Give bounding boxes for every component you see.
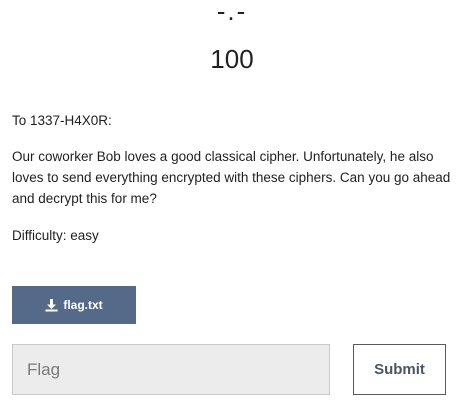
challenge-value: 100 bbox=[210, 44, 254, 74]
description-greeting: To 1337-H4X0R: bbox=[12, 113, 112, 128]
flag-input[interactable] bbox=[12, 344, 330, 395]
description-body: Our coworker Bob loves a good classical … bbox=[12, 149, 451, 206]
download-icon bbox=[45, 298, 58, 312]
file-download-label: flag.txt bbox=[63, 298, 103, 312]
challenge-description: To 1337-H4X0R: Our coworker Bob loves a … bbox=[12, 110, 452, 262]
file-download-button[interactable]: flag.txt bbox=[12, 286, 136, 324]
description-difficulty: Difficulty: easy bbox=[12, 228, 99, 243]
challenge-name: -.- bbox=[216, 0, 248, 26]
submit-button[interactable]: Submit bbox=[353, 344, 446, 395]
